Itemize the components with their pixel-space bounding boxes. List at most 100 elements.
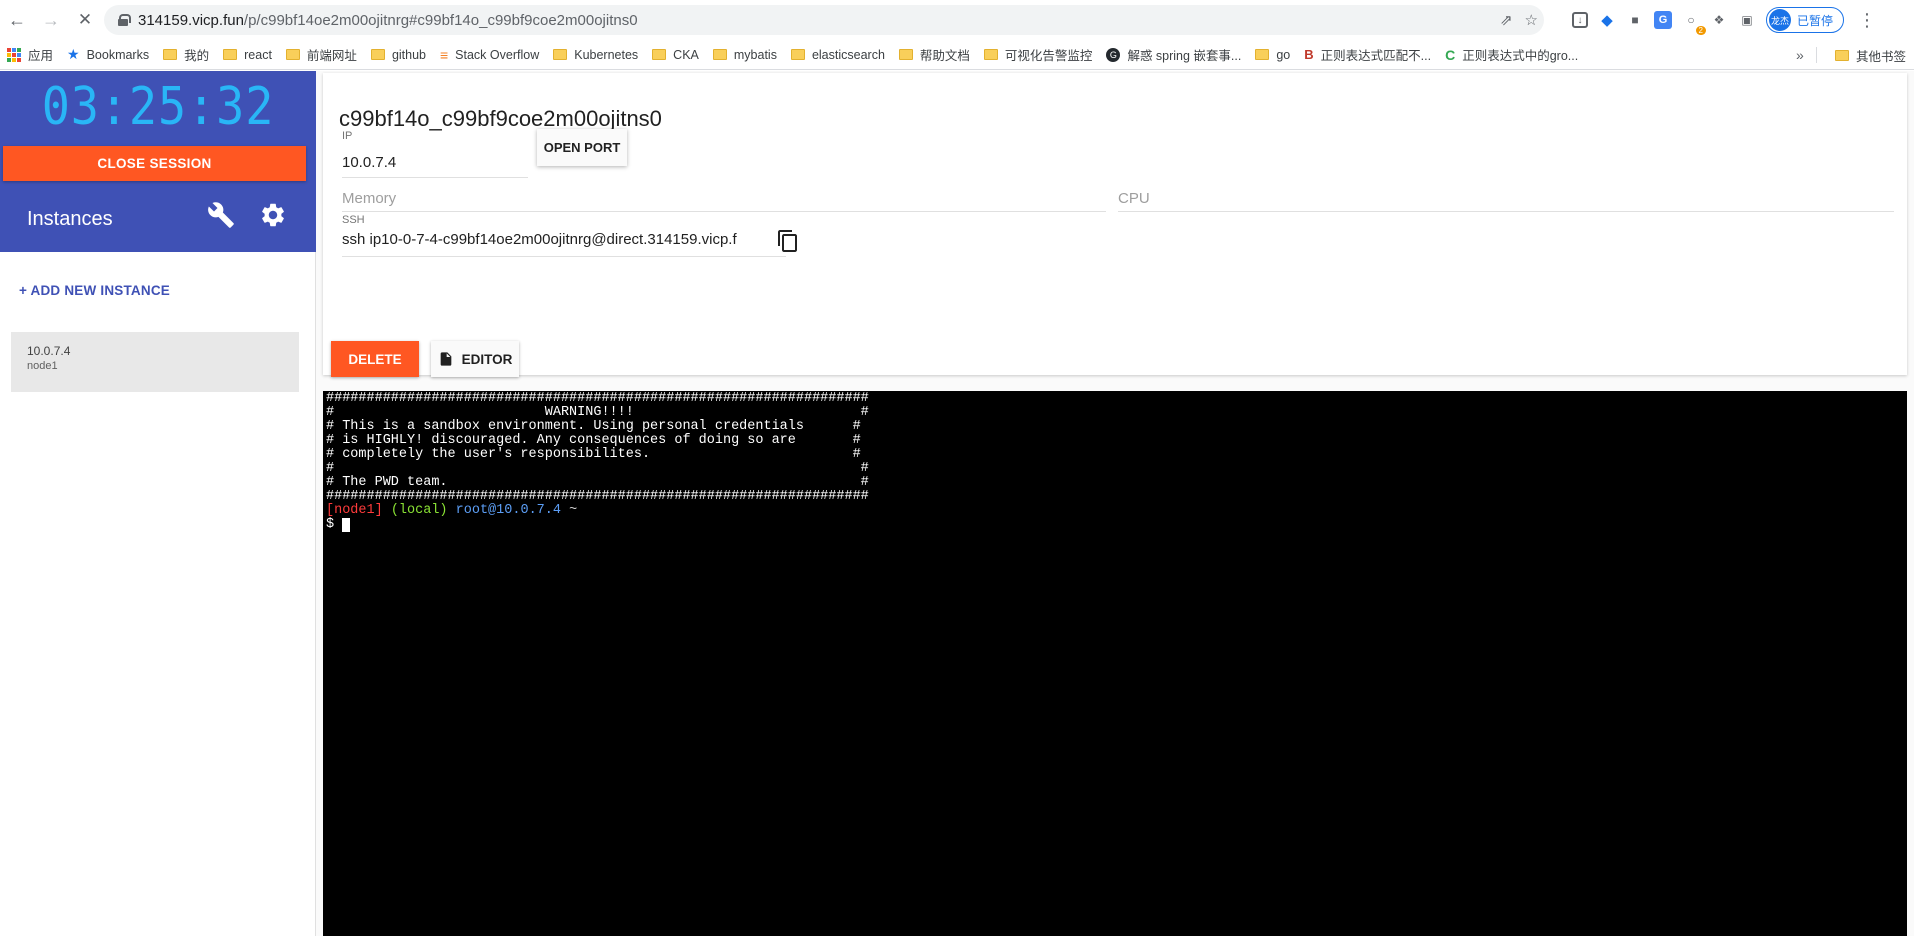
share-icon[interactable]: ⇗ [1500, 11, 1513, 29]
bookmark-folder[interactable]: Kubernetes [546, 40, 645, 70]
bookmark-label: 正则表达式中的gro... [1462, 49, 1579, 63]
bookmark-other-folder[interactable]: 其他书签 [1828, 40, 1913, 70]
folder-icon [223, 49, 238, 60]
editor-button[interactable]: EDITOR [431, 341, 519, 377]
prompt-local: (local) [390, 503, 448, 518]
bookmark-folder[interactable]: CKA [645, 40, 706, 70]
puzzle-icon[interactable]: ❖ [1710, 11, 1728, 29]
bookmark-label: 其他书签 [1856, 49, 1907, 64]
bookmark-label: 帮助文档 [919, 49, 970, 63]
terminal-banner: ########################################… [326, 391, 869, 504]
prompt-node: [node1] [326, 503, 383, 518]
terminal-cursor [342, 518, 351, 532]
add-new-instance-button[interactable]: + ADD NEW INSTANCE [19, 283, 170, 298]
url-text[interactable]: 314159.vicp.fun/p/c99bf14oe2m00ojitnrg#c… [138, 12, 638, 29]
star-icon: ★ [67, 46, 80, 62]
folder-icon [712, 49, 727, 60]
gear-icon[interactable] [259, 201, 287, 229]
back-icon[interactable]: ← [4, 7, 30, 33]
delete-button[interactable]: DELETE [331, 341, 419, 377]
avatar: 龙杰 [1769, 9, 1791, 31]
browser-toolbar: ← → ✕ 314159.vicp.fun/p/c99bf14oe2m00oji… [0, 0, 1914, 40]
bookmark-folder[interactable]: github [364, 40, 433, 70]
bookmark-folder[interactable]: 可视化告警监控 [977, 40, 1100, 70]
url-host: 314159.vicp.fun [138, 11, 244, 29]
bookmark-folder[interactable]: react [216, 40, 279, 70]
instance-list-item[interactable]: 10.0.7.4 node1 [11, 332, 299, 392]
open-port-button[interactable]: OPEN PORT [537, 129, 627, 166]
bookmark-label: react [244, 47, 272, 62]
bookmarks-overflow-icon[interactable]: » [1796, 40, 1804, 70]
session-timer: 03:25:32 [41, 77, 275, 137]
bookmark-stackoverflow[interactable]: ≡ Stack Overflow [433, 40, 546, 70]
bookmark-label: 解惑 spring 嵌套事... [1127, 49, 1242, 63]
copy-icon[interactable] [776, 229, 800, 253]
github-icon: G [1106, 47, 1121, 62]
cpu-field: CPU [1118, 190, 1894, 212]
url-path: /p/c99bf14oe2m00ojitnrg#c99bf14o_c99bf9c… [243, 11, 638, 29]
c-icon: C [1445, 46, 1456, 63]
instance-ip: 10.0.7.4 [27, 344, 71, 358]
extension-diamond-icon[interactable]: ◆ [1598, 11, 1616, 29]
terminal-prompt: [node1] (local) root@10.0.7.4 ~ [326, 504, 577, 518]
file-icon [440, 352, 451, 366]
stop-loading-icon[interactable]: ✕ [72, 7, 98, 33]
folder-icon [285, 49, 300, 60]
translate-icon[interactable]: G [1654, 11, 1672, 29]
bookmark-github-link[interactable]: G 解惑 spring 嵌套事... [1099, 40, 1248, 70]
bookmark-label: Stack Overflow [455, 47, 540, 62]
profile-status-label: 已暂停 [1797, 13, 1834, 28]
ip-field[interactable]: 10.0.7.4 [342, 150, 528, 178]
folder-icon [1835, 49, 1849, 61]
terminal-input-line[interactable]: $ [326, 517, 351, 532]
bookmark-apps[interactable]: 应用 [0, 40, 60, 70]
bookmark-regex-group-link[interactable]: C 正则表达式中的gro... [1438, 40, 1585, 70]
bookmark-folder[interactable]: 我的 [156, 40, 216, 70]
bookmark-label: go [1276, 47, 1291, 62]
folder-icon [163, 49, 178, 60]
terminal[interactable]: ########################################… [323, 391, 1907, 936]
folder-icon [1255, 49, 1270, 60]
bookmark-regex-link[interactable]: B 正则表达式匹配不... [1297, 40, 1438, 70]
extension-car-icon[interactable]: ■ [1626, 11, 1644, 29]
more-menu-icon[interactable]: ⋮ [1858, 10, 1876, 31]
extension-badge-count: 2 [1695, 26, 1706, 35]
instances-title: Instances [27, 208, 113, 230]
bookmark-bookmarks[interactable]: ★ Bookmarks [60, 40, 156, 70]
bookmark-label: mybatis [733, 47, 777, 62]
bookmark-folder[interactable]: elasticsearch [784, 40, 892, 70]
folder-icon [790, 49, 805, 60]
folder-icon [553, 49, 568, 60]
prompt-user: root@10.0.7.4 [455, 503, 561, 518]
bookmark-label: 正则表达式匹配不... [1320, 49, 1432, 63]
bookmark-star-icon[interactable]: ☆ [1525, 11, 1538, 29]
forward-icon[interactable]: → [38, 7, 64, 33]
prompt-tilde: ~ [569, 503, 578, 518]
folder-icon [898, 49, 913, 60]
profile-button[interactable]: 龙杰 已暂停 [1766, 7, 1845, 33]
sidepanel-icon[interactable]: ▣ [1738, 11, 1756, 29]
bookmark-folder[interactable]: 帮助文档 [892, 40, 977, 70]
prompt-dollar: $ [326, 517, 343, 532]
bb-icon: B [1304, 47, 1314, 62]
extension-badge-icon[interactable]: ○ 2 [1682, 11, 1706, 35]
bookmark-folder[interactable]: mybatis [706, 40, 784, 70]
bookmark-label: Bookmarks [86, 47, 150, 62]
sidebar: 03:25:32 CLOSE SESSION Instances + ADD N… [0, 71, 316, 936]
bookmark-label: 应用 [28, 49, 54, 63]
instance-details-card: c99bf14o_c99bf9coe2m00ojitns0 IP 10.0.7.… [323, 73, 1907, 377]
wrench-icon[interactable] [207, 201, 235, 229]
bookmark-label: CKA [673, 47, 699, 62]
download-icon[interactable]: ↓ [1572, 12, 1588, 28]
address-bar[interactable]: 314159.vicp.fun/p/c99bf14oe2m00ojitnrg#c… [104, 5, 1544, 35]
close-session-button[interactable]: CLOSE SESSION [3, 146, 306, 181]
bookmarks-bar: 应用 ★ Bookmarks 我的 react 前端网址 github ≡ Stac… [0, 40, 1914, 70]
editor-label: EDITOR [461, 351, 513, 367]
bookmark-folder[interactable]: 前端网址 [279, 40, 364, 70]
bookmark-folder[interactable]: go [1248, 40, 1297, 70]
lock-icon[interactable] [118, 14, 131, 26]
folder-icon [983, 49, 998, 60]
instance-name: node1 [27, 360, 58, 372]
ssh-command-field[interactable]: ssh ip10-0-7-4-c99bf14oe2m00ojitnrg@dire… [342, 231, 786, 257]
memory-field: Memory [342, 190, 1106, 212]
